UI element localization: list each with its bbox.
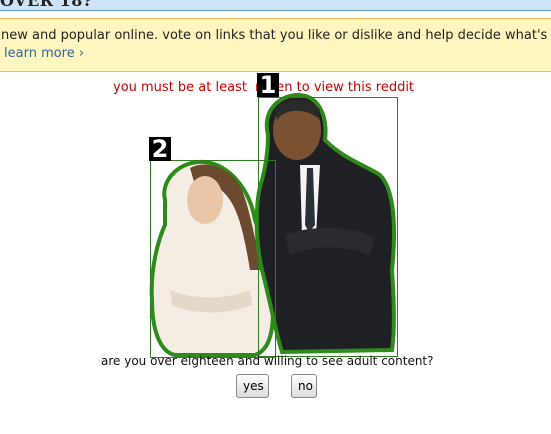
no-button[interactable]: no [291,374,317,398]
yes-button[interactable]: yes [236,374,269,398]
annotation-box-1 [258,97,398,357]
age-question: are you over eighteen and willing to see… [101,354,434,368]
annotation-label-1: 1 [257,73,279,97]
annotation-label-2: 2 [149,137,171,161]
